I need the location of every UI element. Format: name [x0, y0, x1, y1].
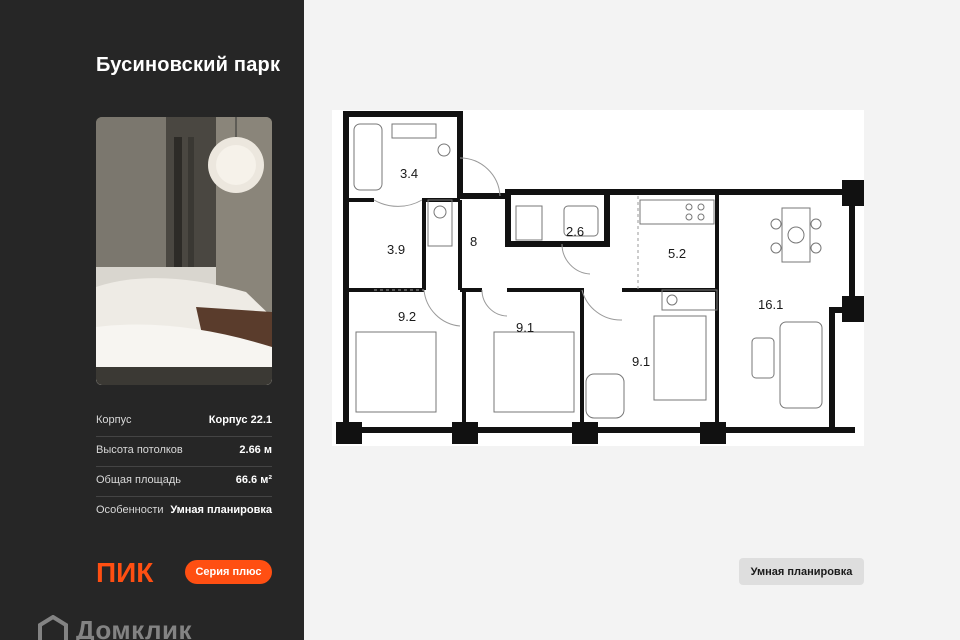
room-area-bathroom: 3.4	[400, 166, 418, 181]
series-badge: Серия плюс	[185, 560, 272, 584]
specs-list: Корпус Корпус 22.1 Высота потолков 2.66 …	[96, 407, 272, 526]
floor-plan-drawing: 3.4 3.9 8 2.6 5.2 16.1 9.2 9.1 9.1	[336, 111, 864, 444]
spec-label: Особенности	[96, 504, 164, 516]
domclick-text: Домклик	[76, 614, 192, 640]
spec-row-building: Корпус Корпус 22.1	[96, 407, 272, 437]
smart-layout-badge: Умная планировка	[739, 558, 864, 585]
spec-value: Умная планировка	[170, 504, 272, 516]
room-area-kitchen: 5.2	[668, 246, 686, 261]
room-area-wc: 2.6	[566, 224, 584, 239]
spec-row-features: Особенности Умная планировка	[96, 497, 272, 526]
spec-value: 66.6 м²	[235, 474, 272, 486]
spec-label: Общая площадь	[96, 474, 181, 486]
domclick-watermark: Домклик	[38, 610, 192, 640]
floor-plan: 3.4 3.9 8 2.6 5.2 16.1 9.2 9.1 9.1	[332, 110, 864, 446]
project-title: Бусиновский парк	[96, 54, 281, 76]
spec-row-ceiling-height: Высота потолков 2.66 м	[96, 437, 272, 467]
pik-logo: ПИК	[96, 558, 154, 586]
spec-label: Корпус	[96, 414, 132, 426]
spec-value: 2.66 м	[239, 444, 272, 456]
domclick-icon	[38, 615, 68, 640]
room-area-hallway: 8	[470, 234, 477, 249]
room-area-living: 16.1	[758, 297, 783, 312]
spec-label: Высота потолков	[96, 444, 183, 456]
room-area-bedroom-3: 9.1	[632, 354, 650, 369]
room-area-bedroom-1: 9.2	[398, 309, 416, 324]
pik-logo-text: ПИК	[96, 558, 154, 586]
spec-row-total-area: Общая площадь 66.6 м²	[96, 467, 272, 497]
interior-photo	[96, 117, 272, 385]
room-area-bedroom-2: 9.1	[516, 320, 534, 335]
room-area-hall-small: 3.9	[387, 242, 405, 257]
sidebar: Бусиновский парк Корпус Корпус 22.1 Высо…	[0, 0, 304, 640]
spec-value: Корпус 22.1	[208, 414, 272, 426]
